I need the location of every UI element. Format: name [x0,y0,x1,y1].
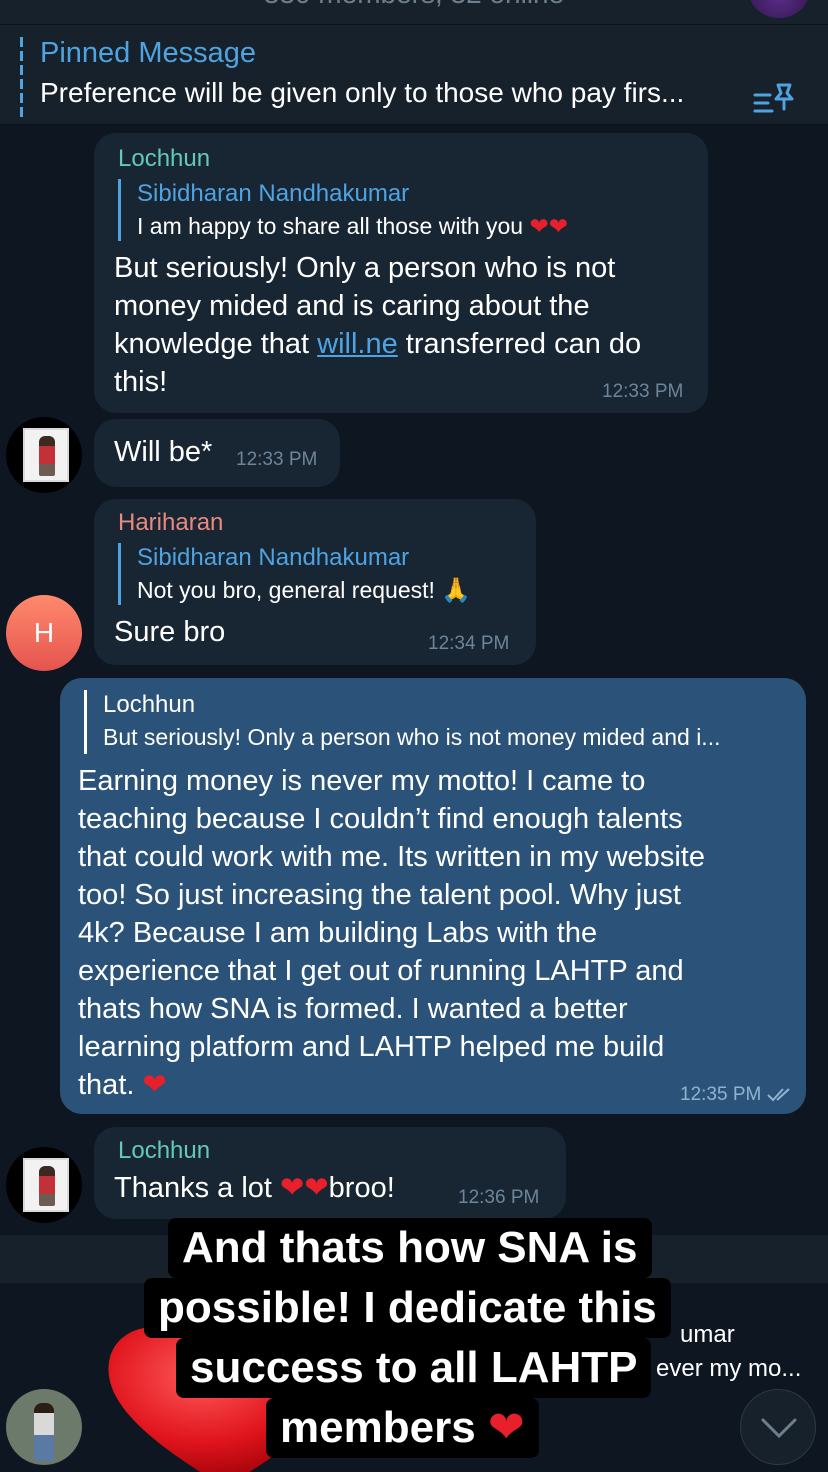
message-bubble[interactable]: Lochhun Thanks a lot ❤❤broo! 12:36 PM [94,1127,566,1219]
chevron-down-icon [761,1418,797,1439]
caption-line: success to all LAHTP [176,1338,652,1398]
reply-preview[interactable]: Sibidharan Nandhakumar Not you bro, gene… [118,543,471,605]
message-time: 12:36 PM [458,1187,540,1208]
message-text: Earning money is never my motto! I came … [78,765,705,1101]
message-bubble-outgoing[interactable]: Lochhun But seriously! Only a person who… [60,678,806,1114]
reply-text: But seriously! Only a person who is not … [103,724,721,750]
caption-line: And thats how SNA is [168,1218,652,1278]
reply-sender: Lochhun [103,691,196,718]
pinned-title: Pinned Message [40,37,257,69]
message-bubble[interactable]: Hariharan Sibidharan Nandhakumar Not you… [94,499,536,665]
sender-name[interactable]: Lochhun [118,145,210,173]
heart-emoji: ❤ [487,1403,525,1452]
message-text: But seriously! Only a person who is not … [114,252,642,398]
chat-header[interactable]: 330 members, 32 online [0,0,828,24]
pinned-text: Preference will be given only to those w… [40,77,685,108]
sender-name[interactable]: Hariharan [118,509,223,537]
message-time: 12:33 PM [602,381,684,402]
caption-line: possible! I dedicate this [144,1278,671,1338]
message-time: 12:33 PM [236,449,318,470]
scroll-down-button[interactable] [740,1389,816,1465]
heart-emoji: ❤❤ [529,213,569,239]
message-link[interactable]: will.ne [317,328,398,360]
pinned-message-bar[interactable]: Pinned Message Preference will be given … [0,24,828,125]
message-text: Sure bro [114,616,226,648]
partial-sender-name: umar [680,1321,735,1348]
reply-preview[interactable]: Sibidharan Nandhakumar I am happy to sha… [118,179,568,241]
reply-sender: Sibidharan Nandhakumar [137,180,410,207]
avatar[interactable] [6,1389,82,1465]
message-text: Will be* [114,436,213,468]
reply-sender: Sibidharan Nandhakumar [137,544,410,571]
message-bubble[interactable]: Lochhun Sibidharan Nandhakumar I am happ… [94,133,708,413]
pin-list-icon[interactable] [752,79,798,119]
message-list[interactable]: Lochhun Sibidharan Nandhakumar I am happ… [0,125,828,1472]
avatar[interactable] [6,1147,82,1223]
heart-emoji: ❤ [142,1069,167,1101]
message-time: 12:34 PM [428,633,510,654]
reply-text: I am happy to share all those with you ❤… [137,213,569,239]
avatar[interactable] [6,417,82,493]
partial-message-text: ever my mo... [656,1355,802,1382]
pinned-indicator [20,37,23,117]
double-check-icon [766,1088,790,1102]
message-bubble[interactable]: Will be* 12:33 PM [94,419,340,487]
group-avatar[interactable] [748,0,810,18]
members-count: 330 members, 32 online [0,0,828,10]
sender-name[interactable]: Lochhun [118,1137,210,1165]
pray-emoji: 🙏 [441,577,472,604]
caption-line: members ❤ [266,1398,539,1458]
message-time: 12:35 PM [680,1084,793,1106]
avatar[interactable]: H [6,595,82,671]
reply-text: Not you bro, general request! 🙏 [137,577,472,604]
message-text: Thanks a lot ❤❤broo! [114,1172,395,1204]
heart-emoji: ❤❤ [280,1172,329,1204]
reply-preview[interactable]: Lochhun But seriously! Only a person who… [84,690,720,754]
